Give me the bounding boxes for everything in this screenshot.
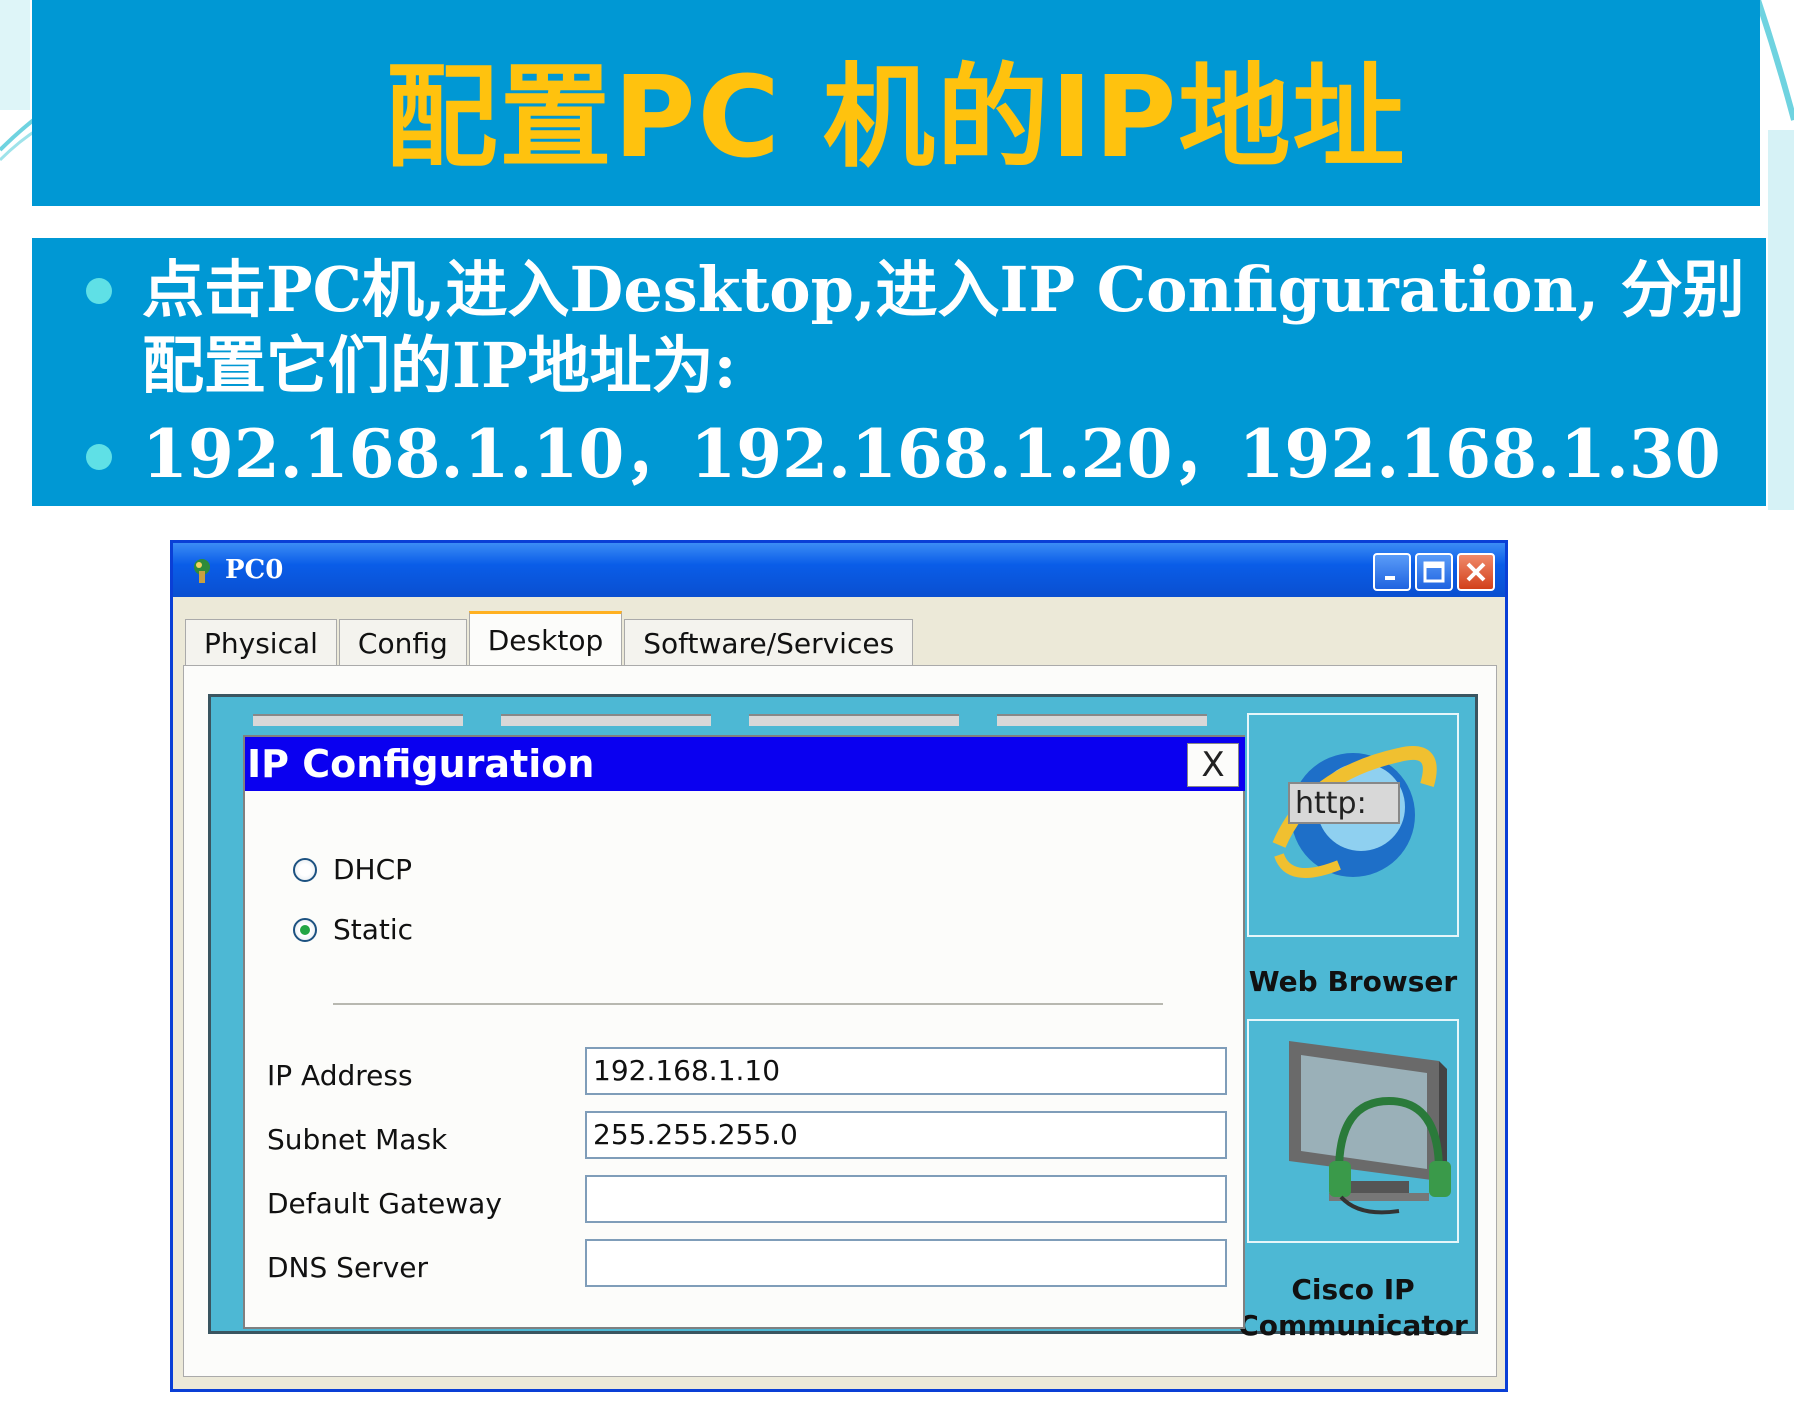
static-option[interactable]: Static (293, 913, 413, 946)
tab-desktop[interactable]: Desktop (468, 611, 623, 667)
minimize-icon (1385, 576, 1395, 580)
slide-title-band: 配置PC 机的IP地址 (32, 0, 1760, 206)
divider (333, 1003, 1163, 1005)
dhcp-label: DHCP (333, 853, 413, 886)
dns-server-field[interactable] (585, 1239, 1227, 1287)
window-titlebar[interactable]: PC0 (173, 543, 1505, 597)
default-gateway-field[interactable] (585, 1175, 1227, 1223)
subnet-mask-label: Subnet Mask (267, 1123, 448, 1156)
bullet-dot-icon (86, 444, 112, 470)
tab-physical[interactable]: Physical (185, 619, 337, 667)
static-label: Static (333, 913, 414, 946)
tab-software-services[interactable]: Software/Services (624, 619, 914, 667)
cisco-ip-communicator-label-line2[interactable]: Communicator (1227, 1309, 1479, 1342)
dhcp-option[interactable]: DHCP (293, 853, 412, 886)
pc-app-icon (194, 559, 210, 583)
bullet-item: 192.168.1.10，192.168.1.20，192.168.1.30 (86, 415, 1721, 493)
close-icon (1466, 562, 1486, 582)
hidden-app-tile (749, 714, 959, 726)
minimize-button[interactable] (1373, 553, 1411, 591)
pc-window: PC0 Physical Config Desktop Software/Ser… (170, 540, 1508, 1392)
hidden-app-tile (253, 714, 463, 726)
dialog-title: IP Configuration (245, 737, 1245, 791)
maximize-button[interactable] (1415, 553, 1453, 591)
dns-server-label: DNS Server (267, 1251, 428, 1284)
tab-config[interactable]: Config (338, 619, 467, 667)
hidden-app-tile (997, 714, 1207, 726)
ip-address-field[interactable]: 192.168.1.10 (585, 1047, 1227, 1095)
slide-title: 配置PC 机的IP地址 (385, 53, 1407, 183)
ip-address-label: IP Address (267, 1059, 413, 1092)
maximize-icon (1423, 561, 1445, 583)
tab-bar: Physical Config Desktop Software/Service… (185, 611, 915, 667)
bullet-item: 点击PC机,进入Desktop,进入IP Configuration, 分别配置… (86, 252, 1762, 404)
web-browser-label[interactable]: Web Browser (1227, 965, 1479, 998)
desktop-area: http: Web Browser Cisco IP Communicator … (208, 694, 1479, 1342)
hidden-app-tile (501, 714, 711, 726)
web-browser-icon: http: (1272, 746, 1437, 878)
web-browser-tile[interactable]: http: (1247, 713, 1459, 937)
ip-configuration-dialog: IP Configuration X DHCP Static IP Addres… (243, 735, 1245, 1329)
bullet-dot-icon (86, 278, 112, 304)
subnet-mask-field[interactable]: 255.255.255.0 (585, 1111, 1227, 1159)
cisco-ip-communicator-label-line1[interactable]: Cisco IP (1227, 1273, 1479, 1306)
static-radio[interactable] (293, 917, 317, 942)
close-button[interactable] (1457, 553, 1495, 591)
cisco-ip-communicator-tile[interactable] (1247, 1019, 1459, 1243)
bullet-text: 点击PC机,进入Desktop,进入IP Configuration, 分别配置… (142, 253, 1745, 402)
window-title: PC0 (225, 555, 284, 585)
dialog-close-button[interactable]: X (1187, 743, 1239, 787)
browser-icon-text: http: (1295, 786, 1367, 821)
desktop-tab-panel: http: Web Browser Cisco IP Communicator … (183, 665, 1497, 1377)
bullet-text: 192.168.1.10，192.168.1.20，192.168.1.30 (142, 415, 1721, 493)
dhcp-radio[interactable] (293, 857, 317, 882)
bullet-band: 点击PC机,进入Desktop,进入IP Configuration, 分别配置… (32, 238, 1766, 506)
ip-phone-monitor-icon (1289, 1041, 1451, 1215)
default-gateway-label: Default Gateway (267, 1187, 502, 1220)
